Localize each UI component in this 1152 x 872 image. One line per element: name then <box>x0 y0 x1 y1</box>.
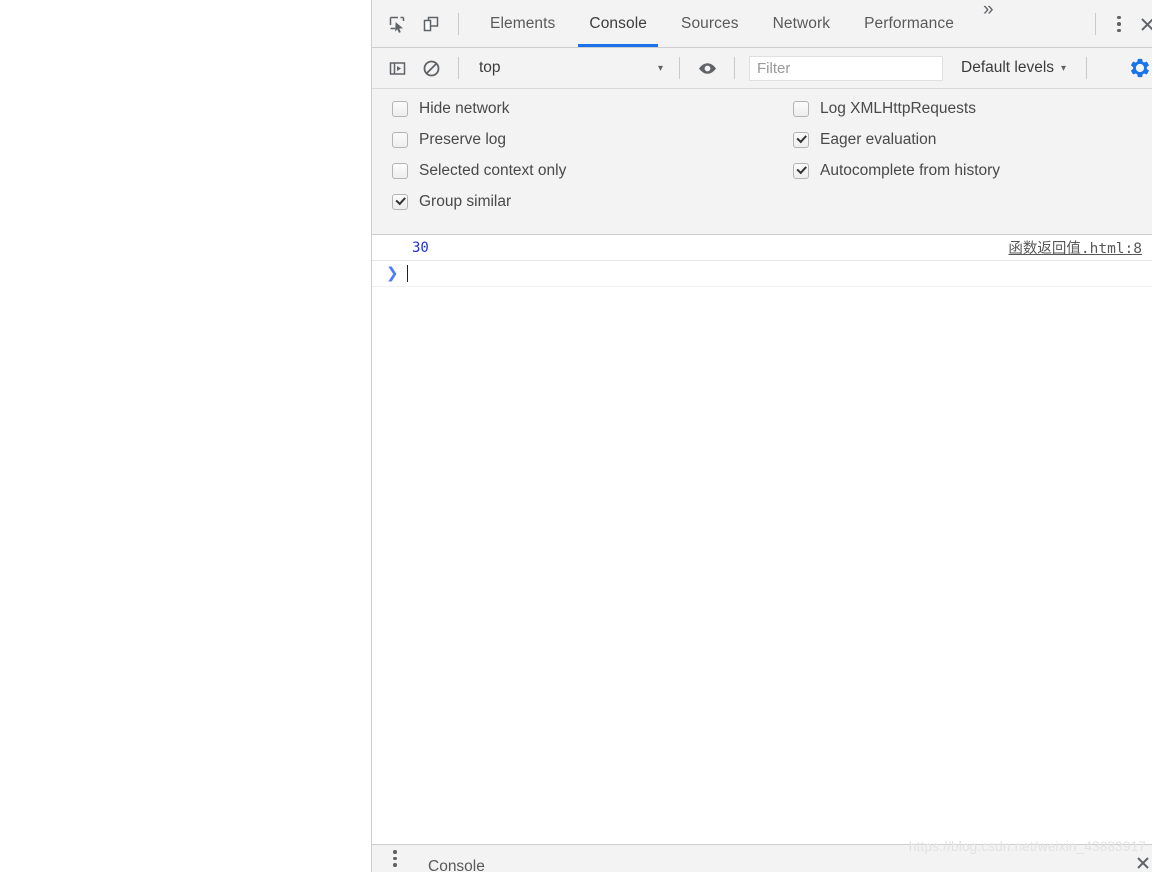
console-filterbar: top ▾ Default levels ▾ <box>372 48 1152 89</box>
text-caret <box>407 265 408 282</box>
tab-console[interactable]: Console <box>572 0 664 47</box>
clear-console-icon[interactable] <box>414 51 448 85</box>
tabbar-right-divider <box>1095 13 1096 35</box>
chevron-down-icon: ▾ <box>657 62 663 74</box>
main-menu-icon[interactable] <box>1106 9 1132 39</box>
console-log-value: 30 <box>412 239 429 256</box>
drawer-tab-console-label: Console <box>428 857 485 872</box>
settings-gear-icon[interactable] <box>1126 54 1152 82</box>
pref-label: Autocomplete from history <box>820 162 1001 179</box>
execution-context-select[interactable]: top ▾ <box>469 55 669 81</box>
pref-preserve-log[interactable]: Preserve log <box>392 130 772 150</box>
pref-label: Log XMLHttpRequests <box>820 100 976 117</box>
pref-autocomplete-from-history[interactable]: Autocomplete from history <box>793 161 1152 181</box>
pref-log-xmlhttprequests[interactable]: Log XMLHttpRequests <box>793 99 1152 119</box>
log-levels-label: Default levels <box>961 59 1055 76</box>
tab-list: Elements Console Sources Network Perform… <box>473 0 1006 47</box>
toolbar-divider <box>458 12 459 35</box>
tab-network[interactable]: Network <box>756 0 848 47</box>
pref-group-similar[interactable]: Group similar <box>392 192 772 212</box>
console-sidebar-glyph <box>389 61 405 75</box>
pref-label: Preserve log <box>419 131 507 148</box>
pref-label: Eager evaluation <box>820 131 937 148</box>
checkbox[interactable] <box>392 163 408 179</box>
filterbar-divider-4 <box>1086 57 1088 79</box>
devtools-panel: Elements Console Sources Network Perform… <box>371 0 1152 872</box>
log-levels-select[interactable]: Default levels ▾ <box>951 55 1076 81</box>
filterbar-divider-1 <box>458 57 459 79</box>
kebab-dot <box>1117 22 1121 26</box>
pref-label: Group similar <box>419 193 512 210</box>
tab-elements[interactable]: Elements <box>473 0 572 47</box>
pref-label: Selected context only <box>419 162 567 179</box>
execution-context-value: top <box>479 59 501 76</box>
eye-icon[interactable] <box>690 51 724 85</box>
console-settings-pane: Hide network Preserve log Selected conte… <box>372 89 1152 235</box>
console-settings-left-column: Hide network Preserve log Selected conte… <box>372 99 772 221</box>
tab-console-label: Console <box>589 14 647 32</box>
checkbox[interactable] <box>793 163 809 179</box>
filterbar-divider-3 <box>734 57 735 79</box>
screenshot-root: Elements Console Sources Network Perform… <box>0 0 1152 872</box>
console-message-list[interactable]: 30 函数返回值.html:8 ❯ <box>372 235 1152 844</box>
console-log-row[interactable]: 30 函数返回值.html:8 <box>372 235 1152 261</box>
tab-sources[interactable]: Sources <box>664 0 756 47</box>
tab-performance[interactable]: Performance <box>847 0 971 47</box>
checkbox[interactable] <box>793 101 809 117</box>
pref-eager-evaluation[interactable]: Eager evaluation <box>793 130 1152 150</box>
drawer-menu-icon[interactable] <box>382 847 408 871</box>
close-devtools-icon[interactable] <box>1132 9 1152 39</box>
clear-console-glyph <box>423 60 439 76</box>
tab-sources-label: Sources <box>681 14 739 32</box>
chevron-down-icon: ▾ <box>1061 62 1067 74</box>
drawer-tab-console[interactable]: Console <box>428 858 485 872</box>
kebab-dot <box>1117 15 1121 20</box>
filterbar-divider-2 <box>679 57 680 79</box>
kebab-dot <box>393 863 397 867</box>
device-toolbar-glyph <box>423 16 439 31</box>
prompt-arrow-icon: ❯ <box>386 264 399 282</box>
gear-glyph <box>1131 58 1149 78</box>
filter-input[interactable] <box>749 55 943 81</box>
console-log-source-link[interactable]: 函数返回值.html:8 <box>1008 237 1142 258</box>
device-toolbar-icon[interactable] <box>414 7 448 41</box>
console-settings-right-column: Log XMLHttpRequests Eager evaluation Aut… <box>772 99 1152 221</box>
tab-performance-label: Performance <box>864 14 954 32</box>
pref-label: Hide network <box>419 100 510 117</box>
close-glyph <box>1137 857 1149 869</box>
close-glyph <box>1140 17 1152 31</box>
checkbox[interactable] <box>392 101 408 117</box>
console-prompt-row[interactable]: ❯ <box>372 261 1152 287</box>
devtools-tabbar: Elements Console Sources Network Perform… <box>372 0 1152 48</box>
drawer-tabbar: Console <box>372 844 1152 872</box>
kebab-dot <box>393 850 397 854</box>
tab-elements-label: Elements <box>490 14 556 32</box>
console-sidebar-icon[interactable] <box>380 51 414 85</box>
more-tabs-icon[interactable]: » <box>971 0 1006 47</box>
kebab-dot <box>1117 28 1121 33</box>
checkbox[interactable] <box>392 194 408 210</box>
inspect-cursor-glyph <box>389 16 405 33</box>
kebab-dot <box>393 856 397 861</box>
checkbox[interactable] <box>793 132 809 148</box>
eye-glyph <box>698 62 716 74</box>
pref-selected-context-only[interactable]: Selected context only <box>392 161 772 181</box>
checkbox[interactable] <box>392 132 408 148</box>
tabbar-right-controls <box>1085 0 1152 48</box>
pref-hide-network[interactable]: Hide network <box>392 99 772 119</box>
tab-network-label: Network <box>772 14 831 32</box>
drawer-close-icon[interactable] <box>1130 851 1152 872</box>
inspect-cursor-icon[interactable] <box>380 7 414 41</box>
